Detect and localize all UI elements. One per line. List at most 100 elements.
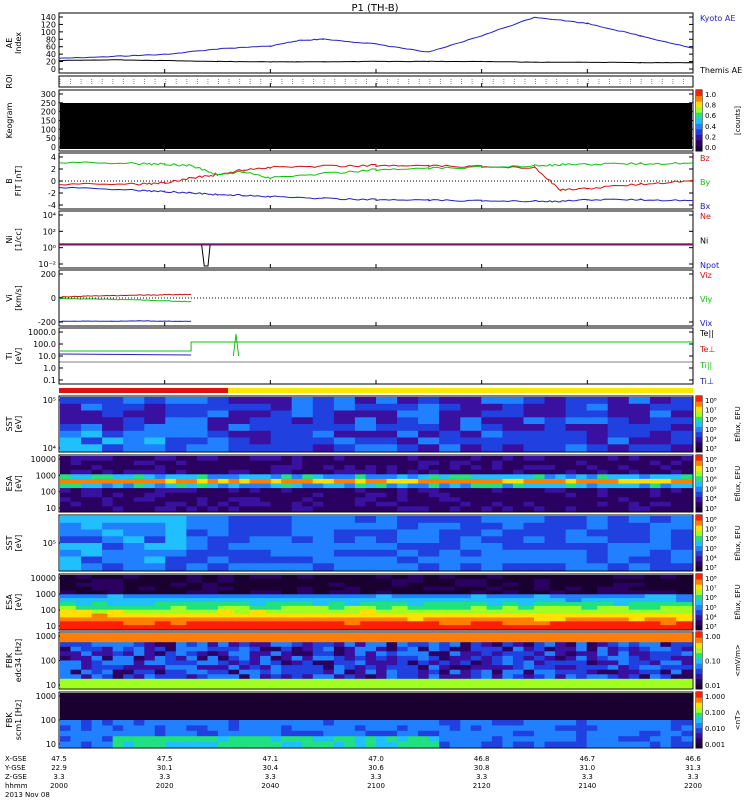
esa_e-cell <box>649 465 661 471</box>
esa_e-cell <box>207 474 219 480</box>
fbk_e-cell <box>460 655 472 662</box>
fbk_e-cell <box>123 642 135 648</box>
velocity-ylabel: Vi <box>5 294 14 302</box>
fbk_b-cell <box>460 693 472 699</box>
esa_e-cell <box>249 492 261 498</box>
fbk_e-cell <box>207 683 219 689</box>
esa_e-cell <box>302 483 314 489</box>
esa_e-cell <box>323 497 335 503</box>
fbk_e-cell <box>207 678 219 684</box>
esa_e-cell <box>428 497 440 503</box>
esa_e-cell <box>428 478 440 485</box>
fbk_b-cell <box>534 725 546 732</box>
esa_i-cell <box>312 598 330 603</box>
fbk_b-cell <box>376 698 388 705</box>
fbk_b-cell <box>323 730 335 737</box>
fbk_b-cell <box>470 714 482 721</box>
esa_i-cell <box>581 582 598 588</box>
fbk_b-cell <box>460 741 472 748</box>
esa_e-cell <box>144 483 156 489</box>
sst-e-colorbar-cell <box>696 436 702 443</box>
fbk_e-cell <box>102 651 114 657</box>
esa_i-cell <box>502 609 519 615</box>
esa_i-cell <box>613 617 630 622</box>
fbk_e-cell <box>439 678 451 684</box>
fbk-b-colorbar-cell <box>696 737 702 744</box>
fbk_e-cell <box>196 678 208 684</box>
sst_i-cell <box>565 516 588 524</box>
fbk_e-cell <box>218 646 230 652</box>
fbk_b-cell <box>386 698 398 705</box>
fbk_e-cell <box>555 674 567 680</box>
esa_i-cell <box>660 617 677 622</box>
fbk_e-cell <box>565 674 577 680</box>
sst_e-cell <box>123 417 145 425</box>
fbk_b-cell <box>281 736 293 743</box>
esa_e-cell <box>323 501 335 507</box>
fbk_b-cell <box>376 693 388 699</box>
esa_e-cell <box>344 474 356 480</box>
esa_e-cell <box>639 492 651 498</box>
fbk_e-cell <box>660 655 672 662</box>
fbk_e-cell <box>649 674 661 680</box>
esa_e-cell <box>586 456 598 462</box>
esa_e-cell <box>628 460 640 466</box>
fbk_e-cell <box>196 637 208 643</box>
density-ytick: 10⁴ <box>43 211 56 220</box>
esa_e-cell <box>512 497 524 503</box>
fbk_e-cell <box>397 665 409 671</box>
sst_i-ylabel: SST <box>5 535 14 550</box>
fbk_b-cell <box>565 741 577 748</box>
ae-legend-Kyoto AE: Kyoto AE <box>700 14 735 23</box>
sst_e-cell <box>439 444 461 452</box>
fbk_b-cell <box>281 693 293 699</box>
fbk_e-cell <box>649 637 661 643</box>
fbk_e-cell <box>291 637 303 643</box>
esa_e-cell <box>407 483 419 489</box>
esa_i-cell <box>613 602 630 607</box>
esa_e-cell <box>428 469 440 475</box>
sst_i-cell <box>270 543 293 551</box>
density-ylabel: Ni <box>5 235 14 243</box>
esa_e-cell <box>428 488 440 494</box>
esa_i-cell <box>534 602 551 607</box>
fbk_e-cell <box>302 633 314 639</box>
esa_e-cell <box>186 506 198 512</box>
fbk_e-cell <box>302 660 314 666</box>
fbk_b-cell <box>544 714 556 721</box>
sst_e-cell <box>376 424 398 432</box>
sst_i-cell <box>165 549 187 558</box>
fbk-b-colorbar-cell <box>696 712 702 718</box>
fbk_e-cell <box>565 651 577 657</box>
fbk_b-cell <box>354 736 366 743</box>
esa_e-cell <box>281 483 293 489</box>
fbk_e-cell <box>249 655 261 662</box>
esa_e-cell <box>681 469 693 475</box>
fbk_e-cell <box>260 651 272 657</box>
ephemeris-value: 3.3 <box>687 773 698 781</box>
esa_e-cell <box>302 478 314 485</box>
fbk_b-cell <box>365 693 377 699</box>
esa_e-cell <box>249 465 261 471</box>
sst_i-cell <box>460 516 482 524</box>
sst_i-cell <box>544 556 567 564</box>
keogram-ylabel: Keogram <box>5 102 14 138</box>
fbk_b-cell <box>376 725 388 732</box>
esa_e-cell <box>291 492 303 498</box>
esa_e-cell <box>218 501 230 507</box>
fbk_e-cell <box>565 678 577 684</box>
sst-i-colorbar-tick: 10⁶ <box>705 535 717 543</box>
esa_i-cell <box>439 582 456 588</box>
esa_e-cell <box>260 488 272 494</box>
esa-i-colorbar-cell <box>696 594 702 600</box>
fbk_b-cell <box>186 725 198 732</box>
esa_i-cell <box>470 625 488 630</box>
esa_e-cell <box>534 478 546 485</box>
esa_e-cell <box>534 460 546 466</box>
esa_e-cell <box>102 478 114 485</box>
esa_i-cell <box>154 590 172 595</box>
fbk_e-cell <box>333 651 345 657</box>
fbk_e-cell <box>491 665 503 671</box>
fbk_e-cell <box>428 655 440 662</box>
fbk_e-cell <box>607 655 619 662</box>
